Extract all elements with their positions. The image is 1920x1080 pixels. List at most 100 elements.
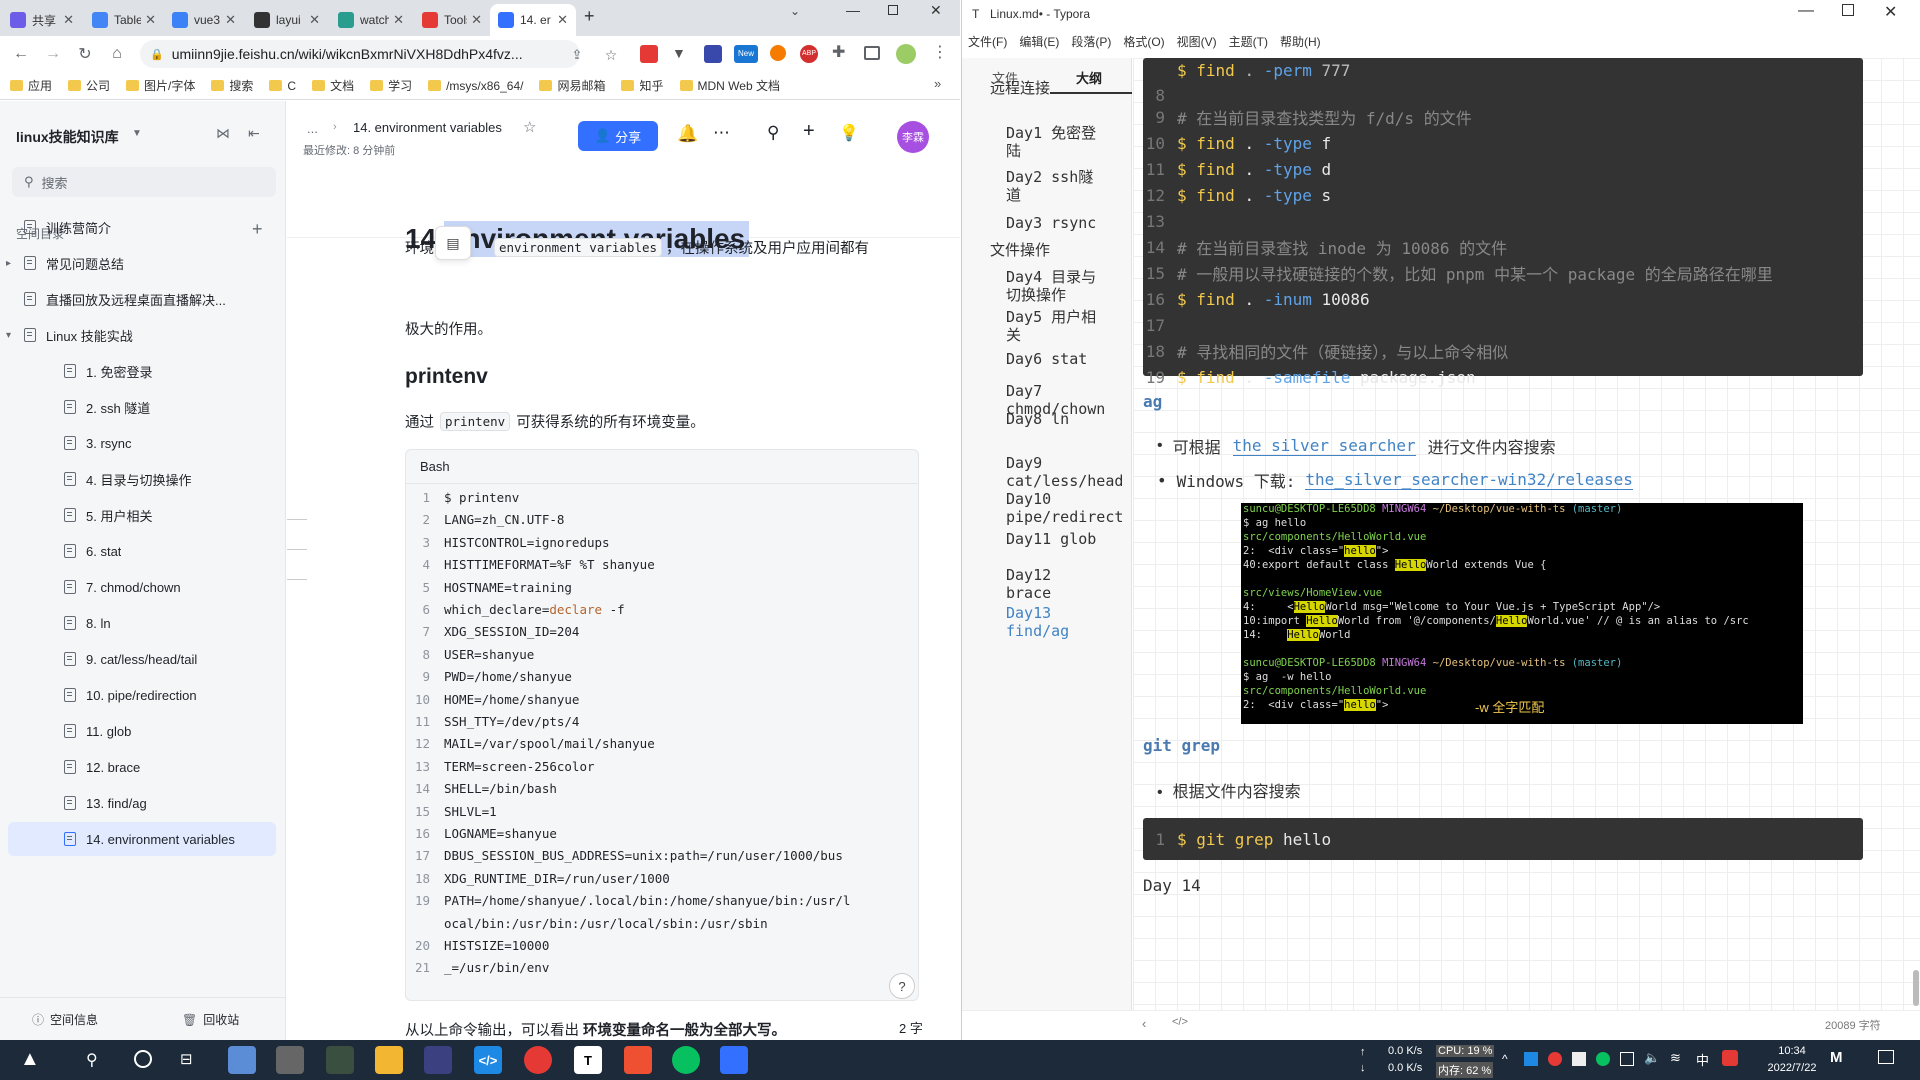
outline-item[interactable]: Day2 ssh隧 道 bbox=[1006, 168, 1093, 204]
favorite-star-icon[interactable]: ☆ bbox=[523, 118, 536, 136]
outline-item[interactable]: 远程连接 bbox=[990, 80, 1050, 98]
search-doc-icon[interactable]: ⚲ bbox=[767, 123, 779, 143]
adblock-icon[interactable]: ABP bbox=[800, 45, 818, 63]
help-icon[interactable]: ? bbox=[889, 973, 915, 999]
tab-close-icon[interactable]: ✕ bbox=[63, 12, 74, 28]
new-tab-button[interactable]: + bbox=[584, 6, 595, 27]
tree-arrow-icon[interactable]: ▸ bbox=[6, 258, 20, 269]
app-icon-1[interactable] bbox=[228, 1046, 256, 1074]
outline-item[interactable]: Day6 stat bbox=[1006, 350, 1087, 368]
app-icon-2[interactable] bbox=[276, 1046, 304, 1074]
tab-close-icon[interactable]: ✕ bbox=[557, 12, 568, 28]
extension-new-icon[interactable]: New bbox=[734, 45, 758, 63]
bookmark-item[interactable]: 知乎 bbox=[621, 77, 664, 94]
bookmark-item[interactable]: 应用 bbox=[10, 77, 52, 94]
menu-item[interactable]: 文件(F) bbox=[968, 33, 1007, 51]
browser-tab[interactable]: layui ✕ bbox=[246, 4, 328, 36]
sogou-icon[interactable] bbox=[1722, 1050, 1738, 1066]
maximize-icon[interactable] bbox=[1842, 4, 1854, 16]
minimize-icon[interactable]: — bbox=[1798, 2, 1814, 20]
menu-item[interactable]: 格式(O) bbox=[1123, 33, 1164, 51]
sidebar-item[interactable]: 8. ln bbox=[8, 606, 276, 640]
collapse-sidebar-icon[interactable]: ⇤ bbox=[248, 125, 260, 142]
tray-wechat-icon[interactable] bbox=[1596, 1052, 1610, 1066]
reload-icon[interactable]: ↻ bbox=[70, 39, 100, 69]
vscode-icon[interactable]: </> bbox=[474, 1046, 502, 1074]
home-icon[interactable]: ⌂ bbox=[102, 39, 132, 69]
feishu-icon[interactable] bbox=[720, 1046, 748, 1074]
sidebar-item[interactable]: 7. chmod/chown bbox=[8, 570, 276, 604]
address-bar[interactable]: 🔒 umiinn9jie.feishu.cn/wiki/wikcnBxmrNiV… bbox=[140, 40, 580, 68]
share-url-icon[interactable]: ⇪ bbox=[562, 40, 592, 70]
bell-icon[interactable]: 🔔 bbox=[677, 124, 698, 144]
browser-tab[interactable]: Tools ✕ bbox=[414, 4, 490, 36]
sidebar-item[interactable]: 13. find/ag bbox=[8, 786, 276, 820]
forward-icon[interactable]: → bbox=[38, 39, 68, 69]
share-tree-icon[interactable]: ⋈ bbox=[216, 125, 230, 142]
sidebar-item[interactable]: 14. environment variables bbox=[8, 822, 276, 856]
ime-icon[interactable]: 中 bbox=[1696, 1050, 1709, 1069]
code-language-label[interactable]: Bash bbox=[406, 450, 918, 484]
extension-icon-2[interactable]: ▼ bbox=[672, 45, 690, 63]
browser-tab[interactable]: 共享 ✕ bbox=[2, 4, 82, 36]
clock-time[interactable]: 10:34 bbox=[1762, 1045, 1822, 1057]
typora-taskbar-icon[interactable]: T bbox=[574, 1046, 602, 1074]
maximize-icon[interactable] bbox=[888, 5, 898, 15]
bookmark-item[interactable]: 网易邮箱 bbox=[539, 77, 605, 94]
close-icon[interactable]: ✕ bbox=[1884, 2, 1897, 22]
app-icon-5[interactable] bbox=[424, 1046, 452, 1074]
outline-item[interactable]: Day1 免密登 陆 bbox=[1006, 124, 1096, 160]
menu-item[interactable]: 编辑(E) bbox=[1019, 33, 1059, 51]
menu-item[interactable]: 视图(V) bbox=[1177, 33, 1217, 51]
bookmark-item[interactable]: /msys/x86_64/ bbox=[428, 79, 523, 93]
outline-item[interactable]: Day13 find/ag bbox=[1006, 604, 1069, 640]
search-taskbar-icon[interactable]: ⚲ bbox=[86, 1050, 98, 1070]
tray-expand-icon[interactable]: ^ bbox=[1502, 1052, 1508, 1066]
sidebar-item[interactable]: 训练营简介 bbox=[8, 210, 276, 244]
toggle-sidebar-icon[interactable]: ‹ bbox=[1142, 1016, 1146, 1031]
profile-avatar[interactable] bbox=[896, 44, 916, 64]
bookmark-item[interactable]: MDN Web 文档 bbox=[679, 77, 780, 94]
sidebar-item[interactable]: ▾ Linux 技能实战 bbox=[6, 318, 276, 352]
task-view-icon[interactable]: ⊟ bbox=[180, 1050, 193, 1068]
tab-outline[interactable]: 大纲 bbox=[1076, 68, 1102, 87]
outline-item[interactable]: Day5 用户相 关 bbox=[1006, 308, 1096, 344]
tab-close-icon[interactable]: ✕ bbox=[393, 12, 404, 28]
menu-item[interactable]: 帮助(H) bbox=[1280, 33, 1321, 51]
close-icon[interactable]: ✕ bbox=[930, 2, 942, 19]
space-dropdown-icon[interactable]: ▼ bbox=[132, 128, 142, 139]
extension-icon-1[interactable] bbox=[640, 45, 658, 63]
sidebar-item[interactable]: 直播回放及远程桌面直播解决... bbox=[8, 282, 276, 316]
outline-item[interactable]: 文件操作 bbox=[990, 242, 1050, 260]
app-tray-icon[interactable]: M bbox=[1830, 1049, 1843, 1066]
browser-tab[interactable]: Table ✕ bbox=[84, 4, 164, 36]
chrome-icon[interactable] bbox=[524, 1046, 552, 1074]
avatar[interactable]: 李霖 bbox=[897, 121, 929, 153]
browser-tab[interactable]: watch ✕ bbox=[330, 4, 412, 36]
battery-icon[interactable] bbox=[1620, 1052, 1634, 1066]
extension-icon-3[interactable] bbox=[704, 45, 722, 63]
notification-icon[interactable] bbox=[1878, 1050, 1894, 1064]
app-icon-3[interactable] bbox=[326, 1046, 354, 1074]
minimize-icon[interactable]: — bbox=[846, 2, 860, 18]
more-icon[interactable]: ⋯ bbox=[713, 123, 730, 143]
bookmark-item[interactable]: C bbox=[269, 79, 296, 93]
tab-close-icon[interactable]: ✕ bbox=[309, 12, 320, 28]
outline-item[interactable]: Day10 pipe/redirect bbox=[1006, 490, 1123, 526]
space-info-button[interactable]: ⓘ 空间信息 bbox=[32, 1011, 98, 1028]
sidebar-item[interactable]: 3. rsync bbox=[8, 426, 276, 460]
outline-item[interactable]: Day9 cat/less/head bbox=[1006, 454, 1123, 490]
sidebar-item[interactable]: 6. stat bbox=[8, 534, 276, 568]
menu-item[interactable]: 主题(T) bbox=[1229, 33, 1268, 51]
bookmark-item[interactable]: 搜索 bbox=[211, 77, 253, 94]
sidebar-item[interactable]: 11. glob bbox=[8, 714, 276, 748]
start-icon[interactable]: ▲ bbox=[20, 1048, 46, 1074]
cortana-icon[interactable] bbox=[134, 1050, 152, 1068]
clock-date[interactable]: 2022/7/22 bbox=[1758, 1062, 1826, 1074]
bookmark-item[interactable]: 图片/字体 bbox=[126, 77, 195, 94]
wechat-icon[interactable] bbox=[672, 1046, 700, 1074]
extension-icon-4[interactable] bbox=[770, 45, 786, 61]
browser-tab[interactable]: 14. er ✕ bbox=[490, 4, 576, 36]
puzzle-icon[interactable]: ✚ bbox=[832, 42, 845, 62]
wifi-icon[interactable]: ≋ bbox=[1670, 1050, 1681, 1066]
